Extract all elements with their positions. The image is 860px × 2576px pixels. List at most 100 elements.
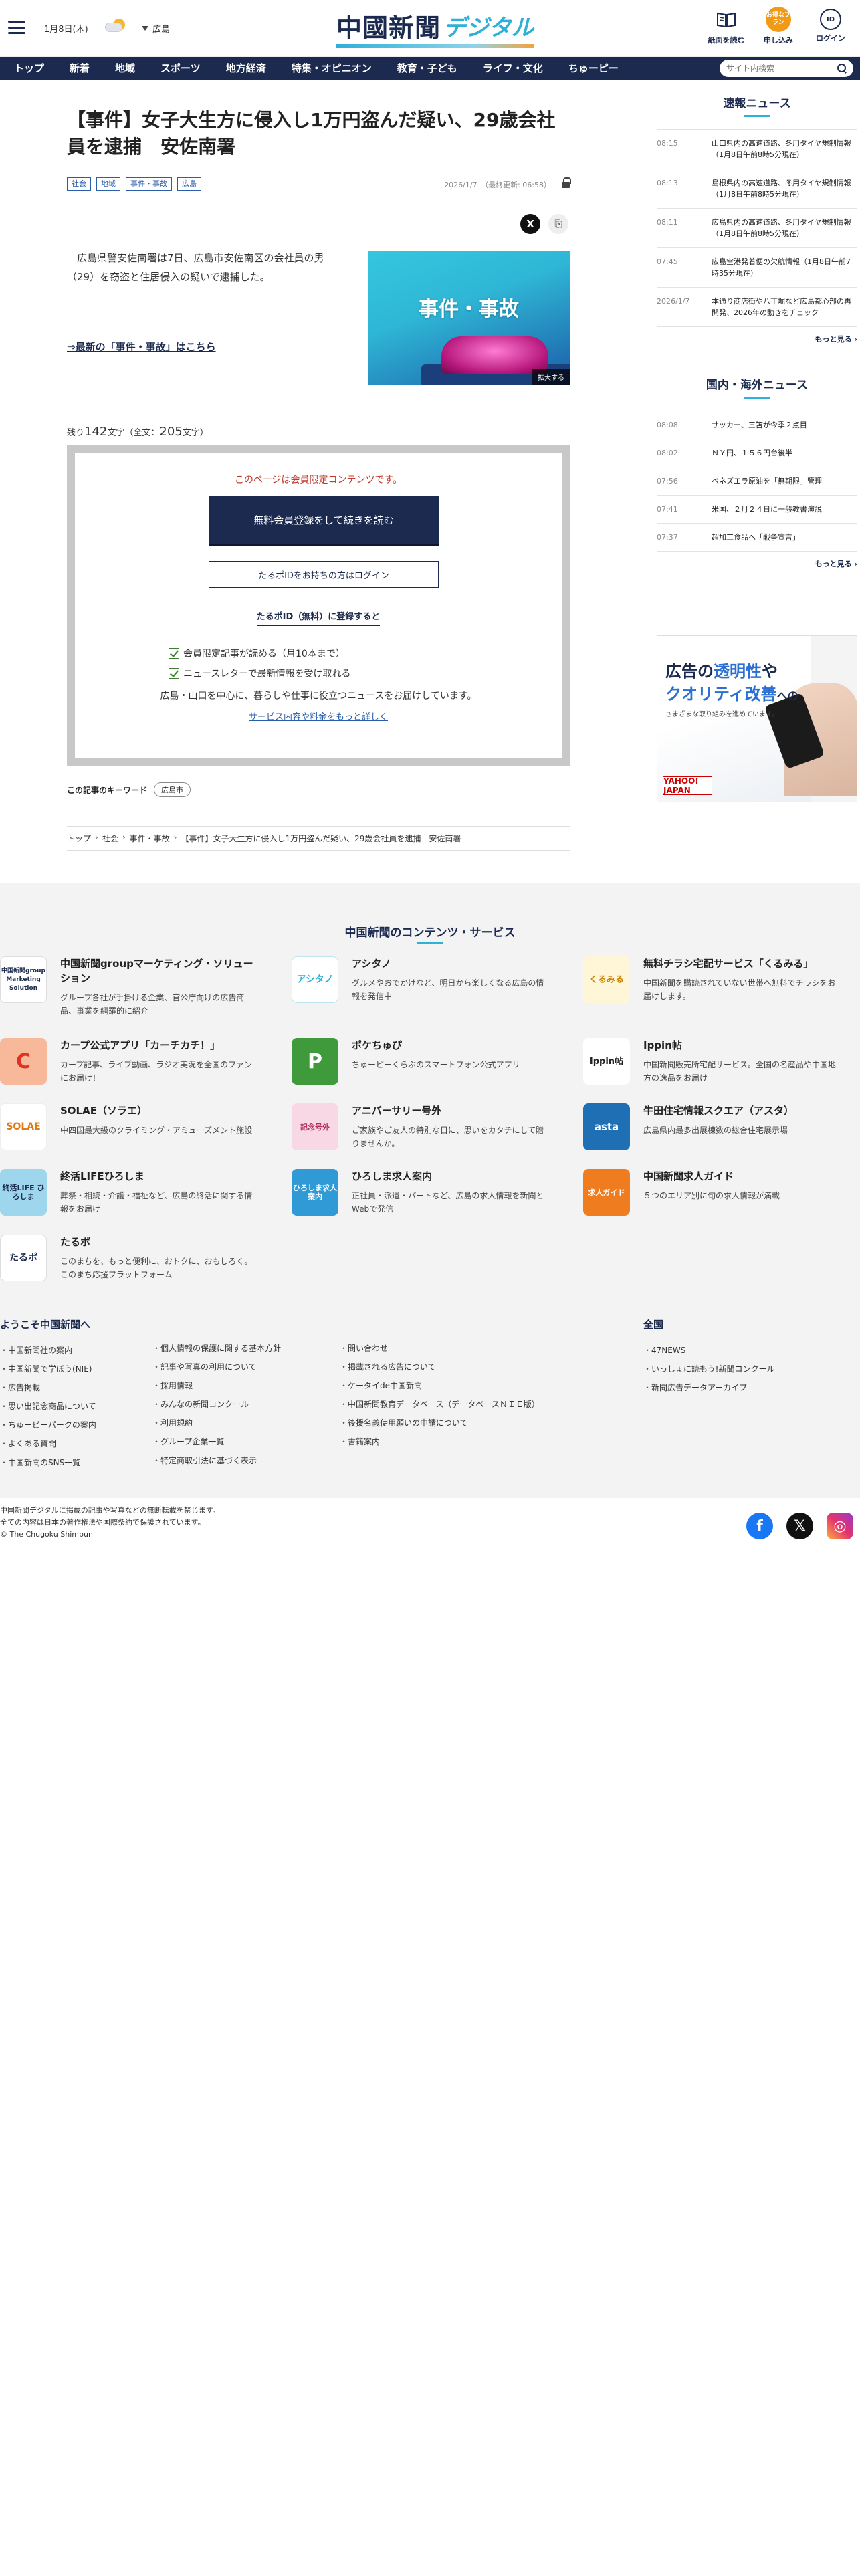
service-name: Ippin帖 — [643, 1039, 682, 1051]
nav-sports[interactable]: スポーツ — [148, 57, 213, 80]
nav-education[interactable]: 教育・子ども — [385, 57, 470, 80]
login-button[interactable]: ID ログイン — [811, 7, 851, 45]
footer-link[interactable]: 個人情報の保護に関する基本方針 — [152, 1339, 333, 1358]
nav-top[interactable]: トップ — [1, 57, 57, 80]
service-name: ひろしま求人案内 — [352, 1170, 433, 1182]
footer-link[interactable]: みんなの新聞コンクール — [152, 1395, 333, 1414]
news-item[interactable]: 08:15 山口県内の高速道路、冬用タイヤ規制情報（1月8日午前8時5分現在） — [657, 130, 857, 169]
nav-region[interactable]: 地域 — [102, 57, 148, 80]
enlarge-button[interactable]: 拡大する — [532, 369, 570, 385]
keyword-tag[interactable]: 広島市 — [154, 782, 191, 797]
footer-link[interactable]: 47NEWS — [643, 1341, 844, 1360]
footer-link[interactable]: 思い出記念商品について — [0, 1397, 147, 1416]
header-buttons: 紙面を読む お得なプラン 申し込み ID ログイン — [706, 7, 851, 45]
footer-link[interactable]: 書籍案内 — [340, 1432, 607, 1451]
ippincho-icon: Ippin帖 — [583, 1038, 630, 1085]
news-item[interactable]: 07:37 超加工食品へ「戦争宣言」 — [657, 524, 857, 552]
service-desc: このまちを、もっと便利に、おトクに、おもしろく。このまち応援プラットフォーム — [60, 1257, 253, 1279]
service-name: カープ公式アプリ「カーチカチ！」 — [60, 1039, 221, 1051]
paywall-notice: このページは会員限定コンテンツです。 — [234, 475, 403, 486]
footer-link[interactable]: 中国新聞で学ぼう(NIE) — [0, 1360, 147, 1378]
location-selector[interactable]: 広島 — [142, 22, 170, 35]
search-icon[interactable] — [837, 64, 847, 73]
x-share-icon[interactable]: X — [520, 214, 540, 234]
footer-link[interactable]: 広告掲載 — [0, 1378, 147, 1397]
footer-link[interactable]: 中国新聞のSNS一覧 — [0, 1453, 147, 1472]
instagram-icon[interactable]: ◎ — [827, 1513, 853, 1539]
footer-link[interactable]: 新聞広告データアーカイブ — [643, 1378, 844, 1397]
news-time: 08:08 — [657, 421, 678, 429]
news-time: 08:02 — [657, 449, 678, 457]
tag-incident[interactable]: 事件・事故 — [126, 177, 172, 191]
service-desc: 葬祭・相続・介護・福祉など、広島の終活に関する情報をお届け — [60, 1191, 253, 1214]
world-more-link[interactable]: もっと見る › — [657, 558, 857, 569]
read-paper-button[interactable]: 紙面を読む — [706, 7, 746, 45]
footer-link[interactable]: グループ企業一覧 — [152, 1432, 333, 1451]
anniversary-icon: 記念号外 — [292, 1103, 338, 1150]
breadcrumb-incident[interactable]: 事件・事故 — [130, 833, 170, 844]
footer-link[interactable]: いっしょに読もう!新聞コンクール — [643, 1360, 844, 1378]
logo-underline — [336, 44, 534, 48]
breadcrumb-top[interactable]: トップ — [67, 833, 91, 844]
footer-link[interactable]: 中国新聞教育データベース（データベースＮＩＥ版） — [340, 1395, 607, 1414]
remaining-mid: 文字（全文： — [107, 428, 160, 438]
newspaper-icon — [714, 7, 739, 32]
news-item[interactable]: 08:11 広島県内の高速道路、冬用タイヤ規制情報（1月8日午前8時5分現在） — [657, 209, 857, 248]
apply-button[interactable]: お得なプラン 申し込み — [758, 7, 798, 45]
news-item[interactable]: 08:02 ＮＹ円、１５６円台後半 — [657, 439, 857, 467]
service-name: アシタノ — [352, 958, 391, 970]
tag-hiroshima[interactable]: 広島 — [177, 177, 201, 191]
publish-date: 2026/1/7 （最終更新: 06:58） — [444, 181, 551, 189]
news-item[interactable]: 07:56 ベネズエラ原油を「無期限」管理 — [657, 467, 857, 496]
register-button[interactable]: 無料会員登録をして続きを読む — [209, 496, 439, 544]
tag-society[interactable]: 社会 — [67, 177, 91, 191]
nav-new[interactable]: 新着 — [57, 57, 102, 80]
tarupo-login-button[interactable]: たるポIDをお持ちの方はログイン — [209, 561, 439, 588]
search-input[interactable] — [726, 64, 837, 73]
nav-life[interactable]: ライフ・文化 — [470, 57, 556, 80]
tag-region[interactable]: 地域 — [96, 177, 120, 191]
nav-chupy[interactable]: ちゅーピー — [556, 57, 631, 80]
paywall: このページは会員限定コンテンツです。 無料会員登録をして続きを読む たるポIDを… — [67, 445, 570, 766]
footer-heading: 全国 — [643, 1319, 664, 1331]
advertisement[interactable]: 広告の透明性や クオリティ改善への さまざまな取り組みを進めています。 YAHO… — [657, 635, 857, 802]
latest-incidents-link[interactable]: ⇒最新の「事件・事故」はこちら — [67, 340, 216, 354]
news-title: 超加工食品へ「戦争宣言」 — [712, 533, 800, 542]
facebook-icon[interactable]: f — [746, 1513, 773, 1539]
news-item[interactable]: 08:13 島根県内の高速道路、冬用タイヤ規制情報（1月8日午前8時5分現在） — [657, 169, 857, 209]
service-desc: 中四国最大級のクライミング・アミューズメント施設 — [60, 1125, 253, 1135]
footer-link[interactable]: よくある質問 — [0, 1434, 147, 1453]
footer-link[interactable]: 中国新聞社の案内 — [0, 1341, 147, 1360]
news-item[interactable]: 07:45 広島空港発着便の欠航情報（1月8日午前7時35分現在） — [657, 248, 857, 288]
article-photo[interactable]: 事件・事故 拡大する — [368, 251, 570, 385]
logo-sub: デジタル — [443, 15, 534, 41]
nav-economy[interactable]: 地方経済 — [213, 57, 279, 80]
chevron-down-icon — [142, 26, 148, 31]
hiroshima-job-icon: ひろしま求人案内 — [292, 1169, 338, 1216]
footer-link[interactable]: ちゅーピーパークの案内 — [0, 1416, 147, 1434]
footer-link[interactable]: 利用規約 — [152, 1414, 333, 1432]
footer-link[interactable]: 特定商取引法に基づく表示 — [152, 1451, 333, 1470]
social-links: f 𝕏 ◎ — [746, 1513, 853, 1539]
news-item[interactable]: 08:08 サッカー、三笘が今季２点目 — [657, 411, 857, 439]
news-item[interactable]: 2026/1/7 本通り商店街や八丁堀など広島都心部の再開発、2026年の動きをチ… — [657, 288, 857, 327]
keywords-label: この記事のキーワード — [67, 785, 148, 795]
footer-link[interactable]: 採用情報 — [152, 1376, 333, 1395]
footer-link[interactable]: 問い合わせ — [340, 1339, 607, 1358]
copy-link-icon[interactable]: ⎘ — [548, 214, 568, 234]
footer-link[interactable]: ケータイde中国新聞 — [340, 1376, 607, 1395]
footer-link[interactable]: 掲載される広告について — [340, 1358, 607, 1376]
location-label: 広島 — [152, 25, 171, 35]
footer-link[interactable]: 記事や写真の利用について — [152, 1358, 333, 1376]
paywall-description: 広島・山口を中心に、暮らしや仕事に役立つニュースをお届けしています。 — [160, 691, 477, 702]
nav-opinion[interactable]: 特集・オピニオン — [279, 57, 385, 80]
breadcrumb-society[interactable]: 社会 — [102, 833, 118, 844]
service-details-link[interactable]: サービス内容や料金をもっと詳しく — [75, 710, 562, 722]
news-item[interactable]: 07:41 米国、２月２４日に一般教書演説 — [657, 496, 857, 524]
breaking-news-list: 08:15 山口県内の高速道路、冬用タイヤ規制情報（1月8日午前8時5分現在） 0… — [657, 129, 857, 327]
x-icon[interactable]: 𝕏 — [786, 1513, 813, 1539]
site-logo[interactable]: 中國新聞 デジタル — [336, 9, 534, 48]
breaking-more-link[interactable]: もっと見る › — [657, 334, 857, 344]
footer-link[interactable]: 後援名義使用願いの申請について — [340, 1414, 607, 1432]
menu-icon[interactable] — [8, 21, 25, 34]
